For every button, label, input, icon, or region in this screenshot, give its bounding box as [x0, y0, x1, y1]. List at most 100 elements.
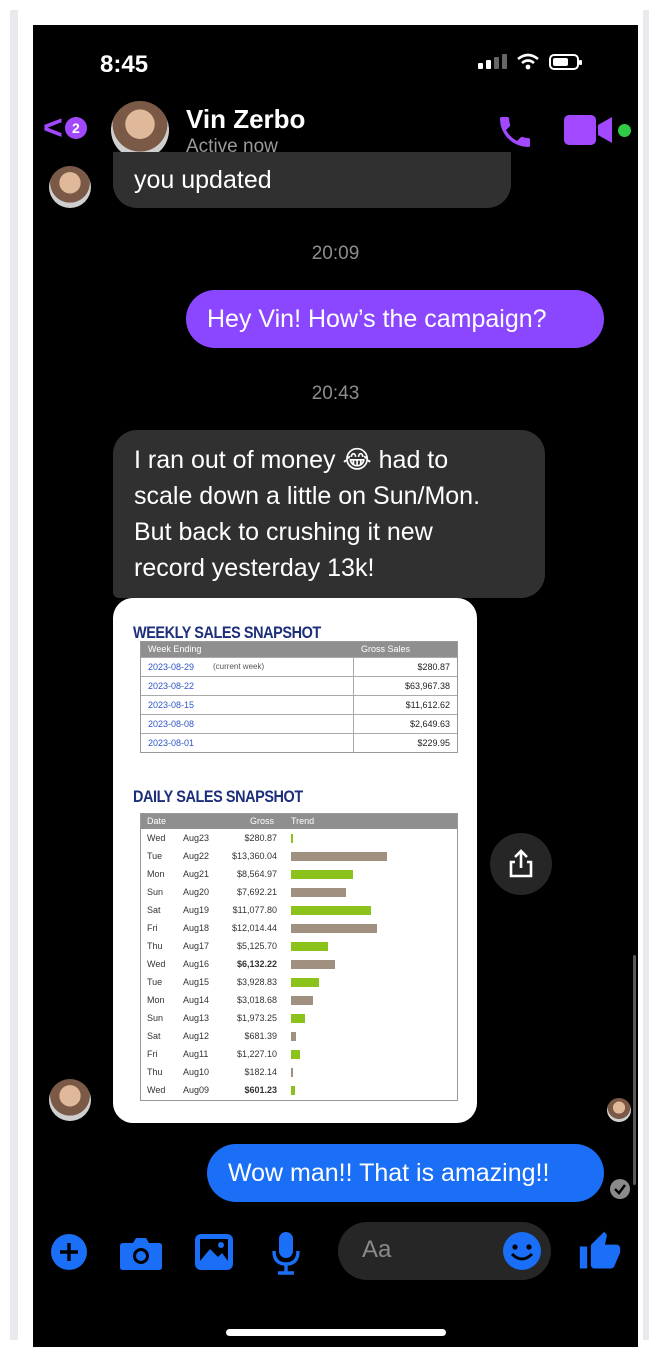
- trend-bar: [291, 870, 353, 879]
- message-input[interactable]: Aa: [338, 1222, 551, 1280]
- trend-bar: [291, 1068, 293, 1077]
- week-cell: 2023-08-01: [148, 738, 195, 748]
- unread-badge: 2: [64, 117, 87, 139]
- message-bubble-outgoing[interactable]: Wow man!! That is amazing!!: [207, 1144, 604, 1202]
- gross-cell: $681.39: [244, 1031, 277, 1041]
- date-cell: Aug21: [183, 869, 210, 879]
- gross-cell: $2,649.63: [409, 719, 450, 729]
- message-text: had to: [378, 446, 449, 474]
- current-week-note: (current week): [213, 662, 265, 671]
- status-icons: [478, 53, 582, 70]
- col-trend: Trend: [291, 816, 315, 826]
- week-cell: 2023-08-08: [148, 719, 195, 729]
- gross-cell: $601.23: [244, 1085, 277, 1095]
- date-cell: Aug11: [183, 1049, 209, 1059]
- message-input-placeholder: Aa: [362, 1236, 392, 1263]
- back-button[interactable]: < 2: [43, 111, 87, 145]
- day-cell: Sat: [147, 905, 161, 915]
- gross-cell: $3,018.68: [236, 995, 277, 1005]
- message-text: But back to crushing it new: [134, 518, 433, 546]
- table-row: 2023-08-01 $229.95: [141, 733, 457, 752]
- weekly-title: WEEKLY SALES SNAPSHOT: [133, 623, 321, 642]
- scrollbar[interactable]: [633, 955, 636, 1185]
- table-row: Tue Aug22 $13,360.04: [141, 848, 457, 865]
- phone-icon[interactable]: [495, 112, 535, 152]
- message-text: scale down a little on Sun/Mon.: [134, 482, 481, 510]
- trend-bar: [291, 834, 293, 843]
- daily-header: Date Gross Trend: [141, 814, 457, 829]
- table-row: Thu Aug10 $182.14: [141, 1064, 457, 1081]
- table-row: Sun Aug20 $7,692.21: [141, 884, 457, 901]
- table-row: Mon Aug21 $8,564.97: [141, 866, 457, 883]
- date-cell: Aug10: [183, 1067, 210, 1077]
- day-cell: Sun: [147, 887, 164, 897]
- delivered-check-icon: [610, 1179, 630, 1199]
- message-text: record yesterday 13k!: [134, 554, 375, 582]
- emoji-icon[interactable]: [501, 1230, 543, 1272]
- message-text: you updated: [134, 166, 272, 194]
- sender-avatar: [49, 1079, 91, 1121]
- weekly-table: Week Ending Gross Sales 2023-08-29 (curre…: [140, 641, 458, 753]
- day-cell: Sun: [147, 1013, 164, 1023]
- day-cell: Fri: [147, 1049, 158, 1059]
- gross-cell: $13,360.04: [231, 851, 277, 861]
- day-cell: Sat: [147, 1031, 161, 1041]
- table-row: 2023-08-15 $11,612.62: [141, 695, 457, 714]
- trend-bar: [291, 960, 335, 969]
- weekly-header: Week Ending Gross Sales: [141, 642, 457, 657]
- date-cell: Aug17: [183, 941, 210, 951]
- online-indicator: [618, 124, 631, 137]
- laughing-emoji-icon: 😂: [342, 446, 372, 474]
- trend-bar: [291, 942, 328, 951]
- thumbs-up-icon[interactable]: [578, 1230, 622, 1274]
- table-row: Sun Aug13 $1,973.25: [141, 1010, 457, 1027]
- wifi-icon: [517, 53, 539, 70]
- table-row: Thu Aug17 $5,125.70: [141, 938, 457, 955]
- plus-icon[interactable]: [50, 1233, 88, 1271]
- gross-cell: $280.87: [417, 662, 450, 672]
- timestamp: 20:43: [311, 383, 360, 404]
- microphone-icon[interactable]: [271, 1231, 301, 1275]
- home-indicator[interactable]: [226, 1329, 446, 1336]
- message-line: I ran out of money 😂 had to: [134, 442, 448, 478]
- col-gross: Gross: [250, 816, 275, 826]
- day-cell: Mon: [147, 869, 165, 879]
- day-cell: Wed: [147, 959, 166, 969]
- gross-cell: $11,612.62: [405, 700, 450, 710]
- table-row: Fri Aug11 $1,227.10: [141, 1046, 457, 1063]
- col-gross-sales: Gross Sales: [361, 644, 411, 654]
- date-cell: Aug14: [183, 995, 210, 1005]
- message-bubble-incoming[interactable]: you updated: [113, 152, 511, 208]
- trend-bar: [291, 924, 377, 933]
- trend-bar: [291, 1086, 295, 1095]
- table-row: Wed Aug23 $280.87: [141, 830, 457, 847]
- date-cell: Aug20: [183, 887, 210, 897]
- table-row: Tue Aug15 $3,928.83: [141, 974, 457, 991]
- day-cell: Tue: [147, 977, 163, 987]
- share-button[interactable]: [490, 833, 552, 895]
- contact-avatar[interactable]: [111, 101, 169, 159]
- gross-cell: $63,967.38: [404, 681, 450, 691]
- week-cell: 2023-08-15: [148, 700, 195, 710]
- camera-icon[interactable]: [119, 1235, 163, 1271]
- table-row: Fri Aug18 $12,014.44: [141, 920, 457, 937]
- gross-cell: $3,928.83: [236, 977, 277, 987]
- video-camera-icon[interactable]: [564, 113, 614, 147]
- gross-cell: $8,564.97: [236, 869, 277, 879]
- image-attachment[interactable]: WEEKLY SALES SNAPSHOT Week Ending Gross …: [113, 598, 477, 1123]
- battery-icon: [549, 53, 582, 70]
- trend-bar: [291, 1050, 300, 1059]
- table-row: Sat Aug19 $11,077.80: [141, 902, 457, 919]
- contact-name[interactable]: Vin Zerbo: [186, 104, 305, 135]
- gross-cell: $12,014.44: [231, 923, 277, 933]
- message-bubble-outgoing[interactable]: Hey Vin! How’s the campaign?: [186, 290, 604, 348]
- gross-cell: $5,125.70: [236, 941, 277, 951]
- gross-cell: $1,973.25: [236, 1013, 277, 1023]
- gallery-icon[interactable]: [194, 1233, 234, 1271]
- phone-screen: 8:45 < 2 Vin Zerbo Active now you update…: [33, 25, 638, 1347]
- message-text: I ran out of money: [134, 446, 336, 474]
- message-bubble-incoming[interactable]: I ran out of money 😂 had to scale down a…: [113, 430, 545, 598]
- day-cell: Thu: [147, 1067, 163, 1077]
- back-chevron-icon: <: [43, 109, 63, 147]
- read-receipt-avatar: [607, 1098, 631, 1122]
